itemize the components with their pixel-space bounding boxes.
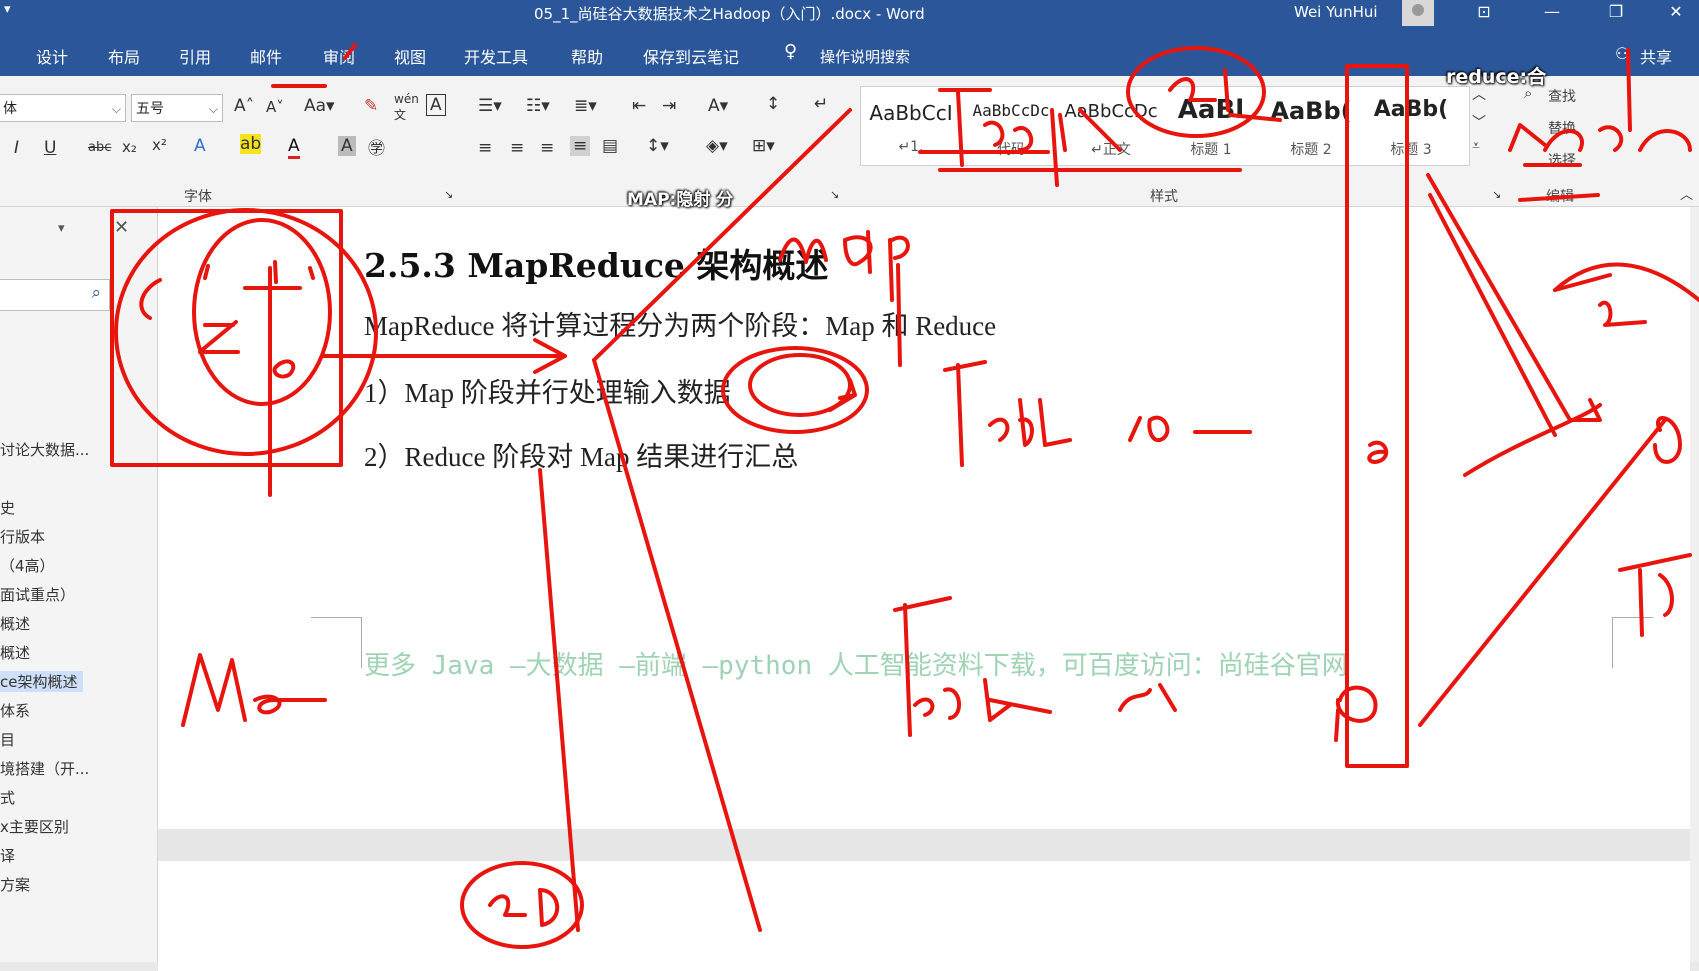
annotation-stroke	[1553, 273, 1647, 327]
annotation-arrow	[828, 378, 857, 412]
annotation-stroke	[1653, 416, 1682, 464]
annotation-map-word	[778, 237, 828, 264]
annotation-stroke	[1367, 440, 1389, 464]
annotation-task-loc	[988, 398, 1072, 447]
annotation-line	[538, 468, 580, 932]
annotation-circle	[1126, 46, 1266, 138]
annotation-digit-2	[198, 320, 240, 354]
annotation-circle	[721, 346, 869, 434]
pen-annotations	[110, 43, 1699, 949]
annotation-stroke	[1228, 113, 1282, 122]
annotation-task	[893, 596, 952, 737]
annotation-stroke	[272, 359, 296, 379]
annotation-task-loc	[943, 360, 987, 467]
annotation-line	[896, 263, 902, 367]
annotation-circle	[192, 218, 332, 406]
annotation-stroke	[1618, 553, 1692, 637]
annotation-circle	[114, 208, 378, 456]
caption-map: MAP:隐射 分	[627, 190, 734, 210]
annotation-line	[1426, 173, 1572, 422]
annotation-stroke	[1168, 68, 1230, 112]
annotation-map-word	[843, 230, 873, 274]
annotation-stroke	[243, 266, 302, 497]
caption-reduce: reduce:合	[1446, 66, 1547, 88]
annotation-column	[1345, 64, 1409, 768]
annotation-line	[592, 108, 852, 362]
annotation-line	[592, 358, 762, 932]
annotation-stroke	[139, 278, 162, 320]
annotation-stroke	[488, 888, 560, 927]
annotation-circle	[460, 861, 584, 949]
annotation-reduce	[1543, 125, 1692, 152]
annotation-box	[110, 209, 343, 467]
annotation-underline	[271, 43, 357, 88]
annotation-stroke	[1334, 685, 1378, 742]
annotation-task-loc	[1128, 415, 1252, 443]
annotation-stroke	[1118, 683, 1177, 712]
annotation-arrow	[320, 338, 567, 374]
annotation-task	[913, 678, 1052, 722]
annotation-line	[1463, 403, 1602, 477]
annotation-line	[1418, 418, 1667, 727]
annotation-stroke	[1518, 193, 1600, 202]
annotation-ma	[181, 653, 327, 727]
annotation-stroke	[203, 260, 315, 284]
annotation-line	[1428, 193, 1557, 437]
